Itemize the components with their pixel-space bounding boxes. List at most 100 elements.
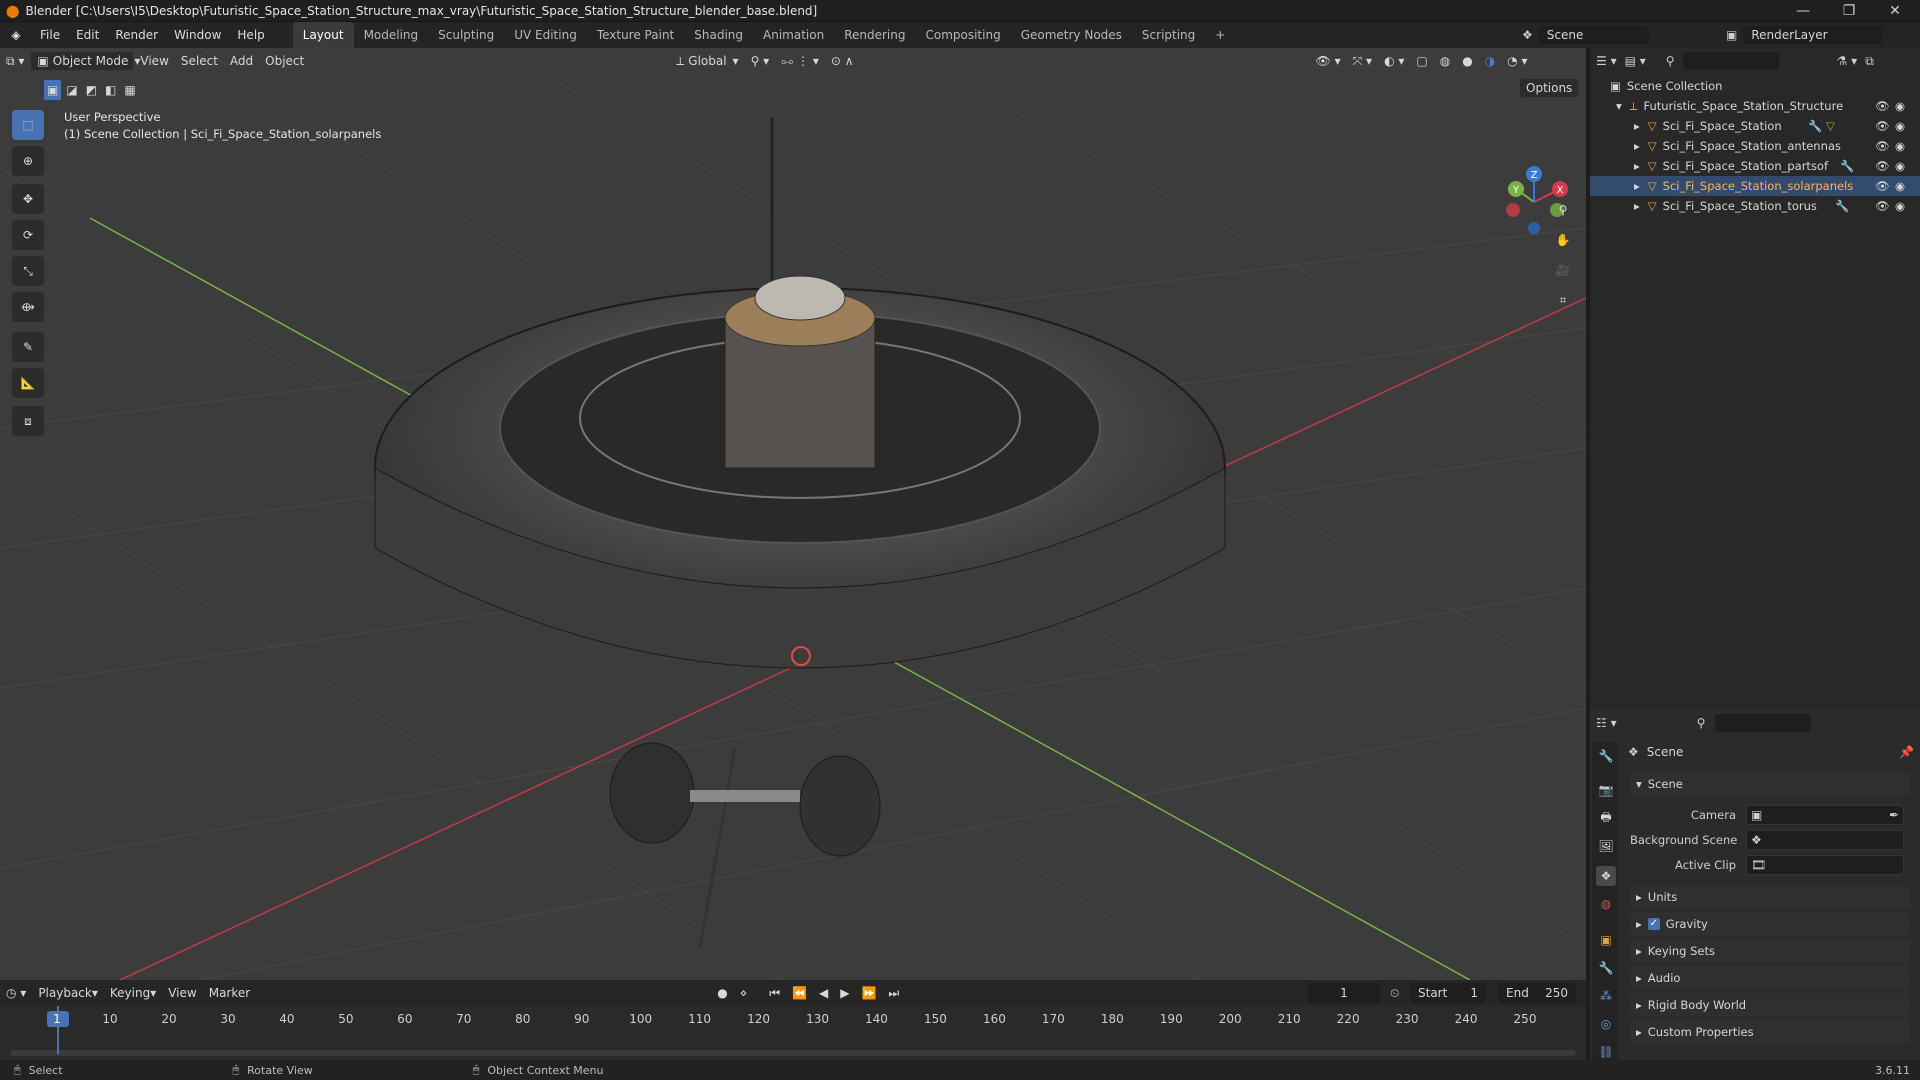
space-station-model[interactable] bbox=[374, 118, 1226, 949]
tab-layout[interactable]: Layout bbox=[292, 22, 354, 48]
cursor-tool[interactable]: ⊕ bbox=[12, 146, 44, 176]
pan-hand-icon[interactable]: ✋ bbox=[1549, 226, 1577, 254]
record-button-icon[interactable]: ● bbox=[711, 983, 733, 1003]
view-layer-tab-icon[interactable]: 🖼 bbox=[1596, 836, 1616, 856]
tab-modeling[interactable]: Modeling bbox=[354, 22, 429, 48]
menu-add[interactable]: Add bbox=[224, 51, 259, 71]
proportional-edit-icon[interactable]: ⊙ ∧ bbox=[825, 51, 860, 71]
blender-menu-icon[interactable]: ◈ bbox=[0, 28, 32, 42]
eye-icon[interactable]: 👁 bbox=[1875, 139, 1890, 153]
3d-viewport[interactable]: X Y Z bbox=[0, 48, 1586, 980]
camera-render-icon[interactable]: ◉ bbox=[1895, 159, 1905, 173]
display-mode-icon[interactable]: ▤ ▾ bbox=[1625, 54, 1646, 68]
maximize-button[interactable]: ❐ bbox=[1826, 0, 1872, 22]
solid-shading-icon[interactable]: ● bbox=[1456, 51, 1478, 71]
tab-animation[interactable]: Animation bbox=[753, 22, 834, 48]
outliner-object-row[interactable]: ▸ ▽ Sci_Fi_Space_Station_partsof 🔧 👁 ◉ bbox=[1590, 156, 1920, 176]
tab-texture-paint[interactable]: Texture Paint bbox=[587, 22, 684, 48]
tab-compositing[interactable]: Compositing bbox=[915, 22, 1010, 48]
visibility-icon[interactable]: 👁 ▾ bbox=[1310, 51, 1347, 71]
select-new-icon[interactable]: ▣ bbox=[44, 80, 62, 100]
zoom-icon[interactable]: ⚲ bbox=[1549, 196, 1577, 224]
camera-render-icon[interactable]: ◉ bbox=[1895, 119, 1905, 133]
pin-icon[interactable]: 📌 bbox=[1899, 745, 1914, 759]
physics-tab-icon[interactable]: ◎ bbox=[1596, 1014, 1616, 1034]
outliner-search-input[interactable] bbox=[1682, 52, 1779, 70]
outliner-editor-icon[interactable]: ☰ ▾ bbox=[1596, 54, 1617, 68]
next-keyframe-icon[interactable]: ⏩ bbox=[855, 983, 882, 1003]
close-button[interactable]: ✕ bbox=[1872, 0, 1918, 22]
tab-rendering[interactable]: Rendering bbox=[834, 22, 915, 48]
object-tab-icon[interactable]: ▣ bbox=[1596, 930, 1616, 950]
expand-chevron-icon[interactable]: ▸ bbox=[1634, 159, 1640, 173]
outliner-object-row-selected[interactable]: ▸ ▽ Sci_Fi_Space_Station_solarpanels 👁 ◉ bbox=[1590, 176, 1920, 196]
camera-render-icon[interactable]: ◉ bbox=[1895, 139, 1905, 153]
camera-render-icon[interactable]: ◉ bbox=[1895, 99, 1905, 113]
expand-chevron-icon[interactable]: ▸ bbox=[1634, 199, 1640, 213]
editor-type-icon[interactable]: ⧉ ▾ bbox=[0, 51, 30, 71]
timeline-scrollbar[interactable] bbox=[10, 1050, 1576, 1056]
keying-sets-section[interactable]: ▸ Keying Sets bbox=[1630, 939, 1910, 963]
mode-selector[interactable]: ▣ Object Mode ▾ bbox=[30, 51, 140, 71]
active-clip-field[interactable]: 🎞 bbox=[1746, 855, 1904, 875]
xray-icon[interactable]: ▢ bbox=[1410, 51, 1433, 71]
tab-uv-editing[interactable]: UV Editing bbox=[504, 22, 587, 48]
tab-shading[interactable]: Shading bbox=[684, 22, 753, 48]
constraints-tab-icon[interactable]: ⛓ bbox=[1596, 1042, 1616, 1062]
particles-tab-icon[interactable]: ⁂ bbox=[1596, 986, 1616, 1006]
measure-tool[interactable]: 📐 bbox=[12, 368, 44, 398]
jump-end-icon[interactable]: ⏭ bbox=[882, 983, 905, 1003]
start-frame-field[interactable]: Start 1 bbox=[1410, 983, 1486, 1003]
menu-file[interactable]: File bbox=[32, 22, 68, 48]
add-cube-tool[interactable]: ⧈ bbox=[12, 406, 44, 436]
eye-icon[interactable]: 👁 bbox=[1875, 179, 1890, 193]
options-button[interactable]: Options bbox=[1519, 78, 1580, 98]
eye-icon[interactable]: 👁 bbox=[1875, 159, 1890, 173]
new-collection-icon[interactable]: ⧉ bbox=[1865, 54, 1874, 69]
scene-selector[interactable]: Scene bbox=[1538, 26, 1649, 44]
scene-tab-icon[interactable]: ❖ bbox=[1596, 866, 1616, 886]
rotate-tool[interactable]: ⟳ bbox=[12, 220, 44, 250]
gravity-section[interactable]: ▸ ✓ Gravity bbox=[1630, 912, 1910, 936]
select-extend-icon[interactable]: ◪ bbox=[63, 80, 80, 100]
background-scene-field[interactable]: ❖ bbox=[1746, 830, 1904, 850]
rendered-shading-icon[interactable]: ◔ ▾ bbox=[1501, 51, 1533, 71]
minimize-button[interactable]: — bbox=[1780, 0, 1826, 22]
overlay-toggle-icon[interactable]: ◐ ▾ bbox=[1378, 51, 1410, 71]
audio-section[interactable]: ▸ Audio bbox=[1630, 966, 1910, 990]
select-subtract-icon[interactable]: ◩ bbox=[83, 80, 100, 100]
expand-chevron-icon[interactable]: ▸ bbox=[1634, 139, 1640, 153]
ortho-grid-icon[interactable]: ⌗ bbox=[1549, 286, 1577, 314]
tab-sculpting[interactable]: Sculpting bbox=[428, 22, 504, 48]
menu-render[interactable]: Render bbox=[107, 22, 166, 48]
properties-editor-icon[interactable]: ☷ ▾ bbox=[1596, 716, 1617, 730]
menu-window[interactable]: Window bbox=[166, 22, 229, 48]
tab-scripting[interactable]: Scripting bbox=[1132, 22, 1205, 48]
filter-icon[interactable]: ⚗ ▾ bbox=[1837, 54, 1858, 68]
transform-tool[interactable]: ⟴ bbox=[12, 292, 44, 322]
end-frame-field[interactable]: End 250 bbox=[1498, 983, 1576, 1003]
outliner-collection[interactable]: ▾ ⟂ Futuristic_Space_Station_Structure 👁… bbox=[1590, 96, 1920, 116]
menu-view[interactable]: View bbox=[134, 51, 174, 71]
transform-orientation[interactable]: ⟂ Global ▾ bbox=[670, 51, 744, 71]
menu-help[interactable]: Help bbox=[229, 22, 272, 48]
timeline-editor-icon[interactable]: ◷ ▾ bbox=[0, 983, 32, 1003]
menu-edit[interactable]: Edit bbox=[68, 22, 107, 48]
tool-tab-icon[interactable]: 🔧 bbox=[1596, 746, 1616, 766]
scene-section-header[interactable]: ▾ Scene bbox=[1630, 772, 1910, 796]
expand-chevron-icon[interactable]: ▾ bbox=[1616, 99, 1622, 113]
gizmo-toggle-icon[interactable]: ⤧ ▾ bbox=[1347, 51, 1378, 71]
tab-geometry-nodes[interactable]: Geometry Nodes bbox=[1011, 22, 1132, 48]
output-tab-icon[interactable]: 🖶 bbox=[1596, 808, 1616, 828]
prev-keyframe-icon[interactable]: ⏪ bbox=[786, 983, 813, 1003]
annotate-tool[interactable]: ✎ bbox=[12, 332, 44, 362]
camera-render-icon[interactable]: ◉ bbox=[1895, 179, 1905, 193]
outliner-object-row[interactable]: ▸ ▽ Sci_Fi_Space_Station_antennas 👁 ◉ bbox=[1590, 136, 1920, 156]
camera-field[interactable]: ▣ ✒ bbox=[1746, 805, 1904, 825]
expand-chevron-icon[interactable]: ▸ bbox=[1634, 119, 1640, 133]
eye-icon[interactable]: 👁 bbox=[1875, 119, 1890, 133]
menu-timeline-view[interactable]: View bbox=[162, 983, 202, 1003]
move-tool[interactable]: ✥ bbox=[12, 184, 44, 214]
menu-object[interactable]: Object bbox=[259, 51, 310, 71]
expand-chevron-icon[interactable]: ▸ bbox=[1634, 179, 1640, 193]
